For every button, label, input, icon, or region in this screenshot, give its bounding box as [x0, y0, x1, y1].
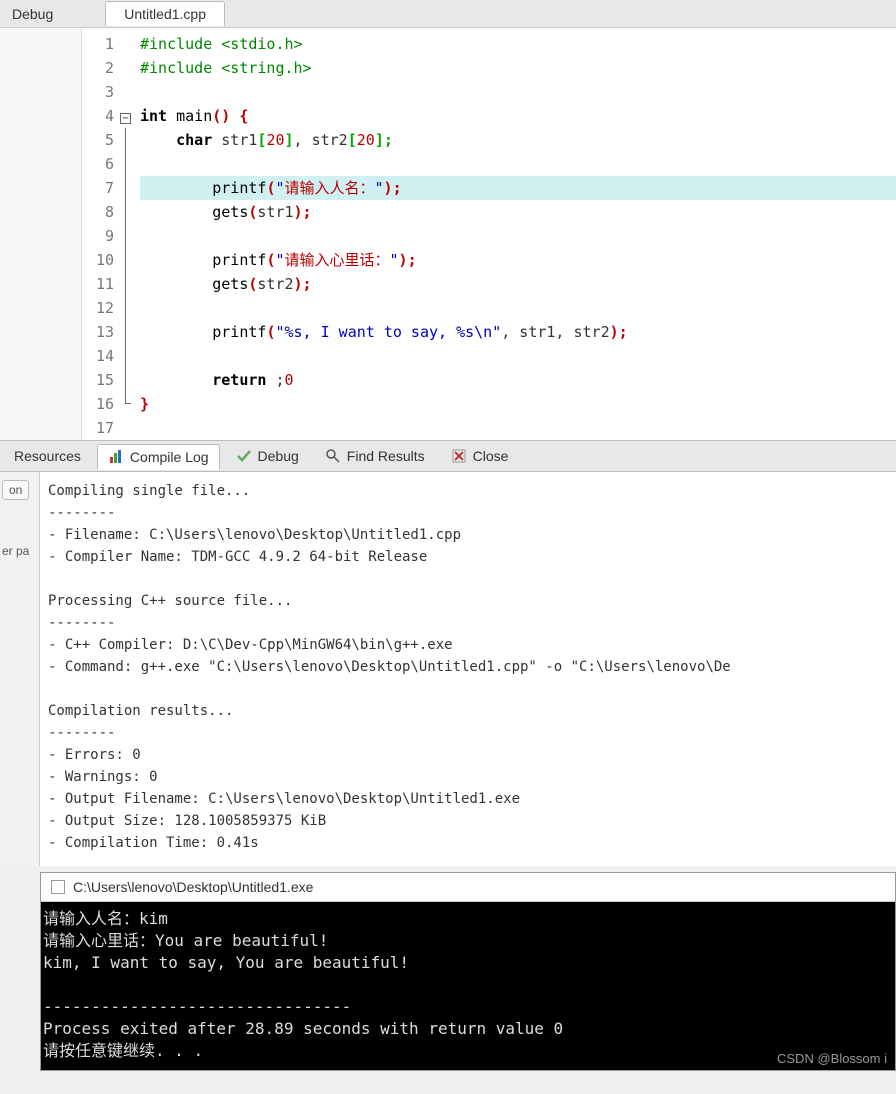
tab-debug-bottom[interactable]: Debug: [226, 444, 309, 468]
console-titlebar[interactable]: C:\Users\lenovo\Desktop\Untitled1.exe: [41, 873, 895, 902]
tab-resources[interactable]: Resources: [4, 444, 91, 468]
magnifier-icon: [325, 448, 341, 464]
tab-find-label: Find Results: [347, 448, 425, 464]
tab-close-label: Close: [473, 448, 509, 464]
app-icon: [51, 880, 65, 894]
close-icon: [451, 448, 467, 464]
bottom-panel-tabs: Resources Compile Log Debug Find Results…: [0, 440, 896, 472]
tab-compile-log-label: Compile Log: [130, 449, 209, 465]
stub-label: er pa: [2, 544, 37, 558]
editor: 1234567891011121314151617 − #include <st…: [0, 28, 896, 440]
code-lines[interactable]: #include <stdio.h>#include <string.h>int…: [140, 28, 896, 440]
line-gutter: 1234567891011121314151617: [82, 28, 120, 440]
compile-output[interactable]: Compiling single file... -------- - File…: [40, 472, 896, 866]
tab-compile-log[interactable]: Compile Log: [97, 444, 220, 470]
code-area[interactable]: 1234567891011121314151617 − #include <st…: [82, 28, 896, 440]
tab-debug[interactable]: Debug: [0, 2, 65, 26]
fold-column[interactable]: −: [120, 28, 140, 440]
tab-file[interactable]: Untitled1.cpp: [105, 1, 225, 26]
console-title-text: C:\Users\lenovo\Desktop\Untitled1.exe: [73, 879, 313, 895]
stub-button[interactable]: on: [2, 480, 29, 500]
top-tab-bar: Debug Untitled1.cpp: [0, 0, 896, 28]
left-side-stubs: on er pa: [0, 472, 40, 866]
bar-chart-icon: [108, 449, 124, 465]
watermark: CSDN @Blossom i: [777, 1051, 887, 1066]
console-window: C:\Users\lenovo\Desktop\Untitled1.exe 请输…: [40, 872, 896, 1071]
tab-find-results[interactable]: Find Results: [315, 444, 435, 468]
compile-panel: on er pa Compiling single file... ------…: [0, 472, 896, 866]
side-panel-blank: [0, 28, 82, 440]
tab-close[interactable]: Close: [441, 444, 519, 468]
check-icon: [236, 448, 252, 464]
tab-debug-label: Debug: [258, 448, 299, 464]
console-output: 请输入人名：kim 请输入心里话：You are beautiful! kim,…: [41, 902, 895, 1070]
